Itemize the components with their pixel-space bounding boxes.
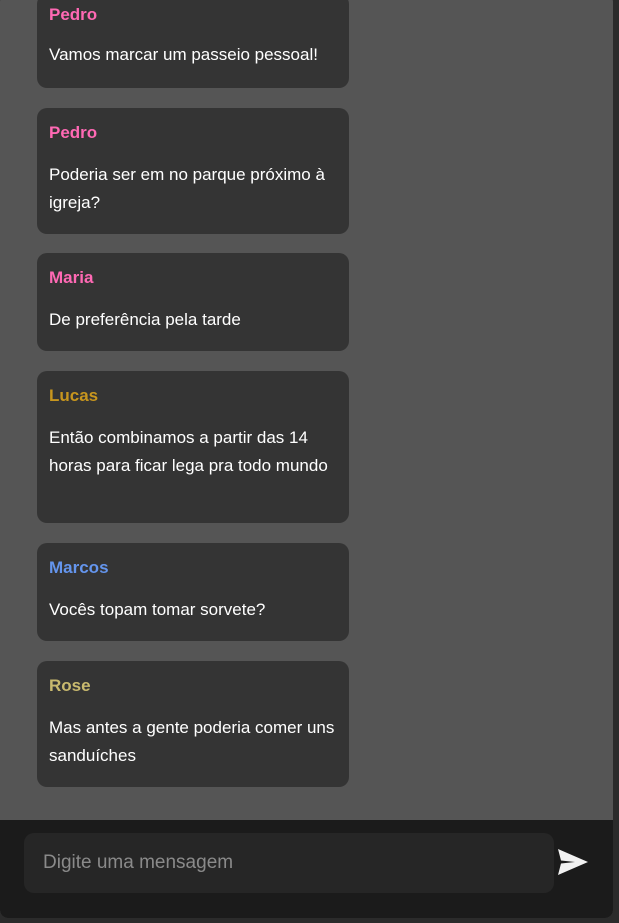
message-bubble: Maria De preferência pela tarde xyxy=(37,253,349,351)
message-composer xyxy=(0,820,613,918)
message-input[interactable] xyxy=(24,833,554,893)
message-author: Maria xyxy=(49,268,94,287)
message-author: Rose xyxy=(49,676,91,695)
message-text: Vamos marcar um passeio pessoal! xyxy=(49,45,318,64)
message-text: Poderia ser em no parque próximo à igrej… xyxy=(49,165,325,212)
message-bubble: Pedro Poderia ser em no parque próximo à… xyxy=(37,108,349,234)
message-author: Pedro xyxy=(49,123,98,142)
message-bubble: Lucas Então combinamos a partir das 14 h… xyxy=(37,371,349,523)
message-bubble: Marcos Vocês topam tomar sorvete? xyxy=(37,543,349,641)
message-text: Então combinamos a partir das 14 horas p… xyxy=(49,428,328,475)
send-icon xyxy=(558,849,588,875)
message-text: De preferência pela tarde xyxy=(49,310,241,329)
message-text: Mas antes a gente poderia comer uns sand… xyxy=(49,718,335,765)
message-bubble: Pedro Vamos marcar um passeio pessoal! xyxy=(37,0,349,88)
message-author: Pedro xyxy=(49,5,98,24)
message-text: Vocês topam tomar sorvete? xyxy=(49,600,266,619)
chat-window: Pedro Vamos marcar um passeio pessoal! P… xyxy=(0,0,613,918)
message-author: Lucas xyxy=(49,386,99,405)
send-button[interactable] xyxy=(553,844,593,880)
message-bubble: Rose Mas antes a gente poderia comer uns… xyxy=(37,661,349,787)
message-author: Marcos xyxy=(49,558,109,577)
